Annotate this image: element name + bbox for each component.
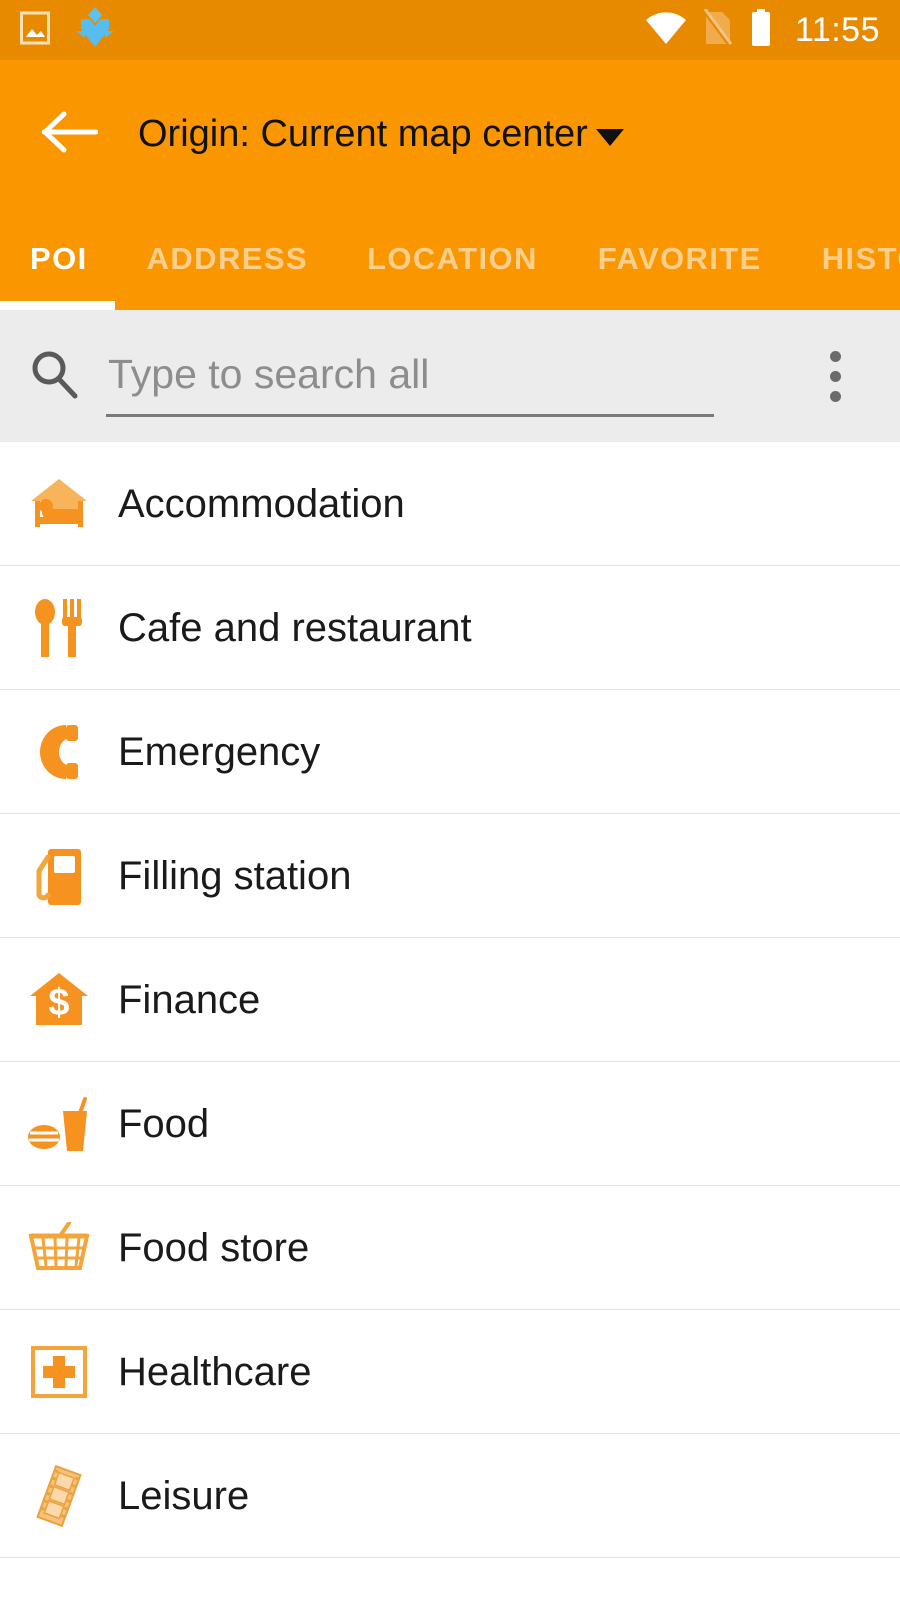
tab-address-label: ADDRESS [146,241,308,276]
search-button[interactable] [12,348,96,405]
svg-text:$: $ [48,982,69,1024]
overflow-menu-button[interactable] [792,326,878,426]
tab-poi[interactable]: POI [0,208,118,310]
status-bar-system-icons: 11:55 [645,7,880,52]
gallery-image-icon [20,10,50,51]
search-input[interactable]: Type to search all [106,335,714,417]
toolbar-top-row: Origin: Current map center [0,60,900,208]
list-item-leisure[interactable]: Leisure [0,1434,900,1558]
overflow-dot-3 [829,390,841,402]
list-item-food[interactable]: Food [0,1062,900,1186]
active-tab-indicator [0,301,115,310]
cafe-restaurant-icon [0,566,118,690]
accommodation-icon [0,442,118,566]
tab-history-label: HISTO [821,241,900,276]
list-item-label: Healthcare [118,1349,312,1394]
list-item-label: Emergency [118,729,321,774]
status-bar: 11:55 [0,0,900,60]
list-item-filling-station[interactable]: Filling station [0,814,900,938]
back-arrow-icon [41,110,99,159]
tab-favorite-label: FAVORITE [597,241,762,276]
tab-bar: POI ADDRESS LOCATION FAVORITE HISTO [0,208,900,310]
search-icon [28,348,80,405]
chevron-down-icon [595,128,624,146]
search-placeholder: Type to search all [108,351,430,397]
list-item-label: Filling station [118,853,352,898]
list-item-emergency[interactable]: Emergency [0,690,900,814]
food-icon [0,1062,118,1186]
emergency-phone-icon [0,690,118,814]
poi-category-list: Accommodation Cafe and restaurant Emerge… [0,442,900,1600]
tab-history[interactable]: HISTO [792,208,900,310]
list-item-cafe-and-restaurant[interactable]: Cafe and restaurant [0,566,900,690]
battery-full-icon [749,8,773,52]
status-bar-notifications [20,6,118,54]
origin-label: Origin: Current map center [138,112,588,155]
search-bar: Type to search all [0,310,900,442]
tab-favorite[interactable]: FAVORITE [568,208,792,310]
origin-selector[interactable]: Origin: Current map center [138,113,624,156]
sim-card-off-icon [702,7,733,52]
tab-address[interactable]: ADDRESS [118,208,337,310]
tab-location[interactable]: LOCATION [337,208,568,310]
list-item-food-store[interactable]: Food store [0,1186,900,1310]
list-item-finance[interactable]: $ Finance [0,938,900,1062]
tab-poi-label: POI [30,241,88,276]
overflow-menu-icon [829,350,841,362]
finance-bank-icon: $ [0,938,118,1062]
wifi-icon [645,11,687,50]
app-root: 11:55 Origin: Current map center POI ADD… [0,0,900,1600]
filling-station-icon [0,814,118,938]
list-item-label: Accommodation [118,481,405,526]
list-item-label: Food [118,1101,210,1146]
back-button[interactable] [22,86,118,182]
list-item-healthcare[interactable]: Healthcare [0,1310,900,1434]
list-item-label: Cafe and restaurant [118,605,472,650]
list-item-label: Finance [118,977,261,1022]
tab-location-label: LOCATION [367,241,538,276]
app-toolbar: Origin: Current map center POI ADDRESS L… [0,60,900,310]
leisure-film-icon [0,1434,118,1558]
overflow-dot-2 [829,370,841,382]
download-arrow-icon [72,6,118,54]
food-store-basket-icon [0,1186,118,1310]
healthcare-cross-icon [0,1310,118,1434]
list-item-label: Leisure [118,1473,250,1518]
list-item-accommodation[interactable]: Accommodation [0,442,900,566]
status-bar-clock: 11:55 [794,10,880,49]
list-item-label: Food store [118,1225,310,1270]
